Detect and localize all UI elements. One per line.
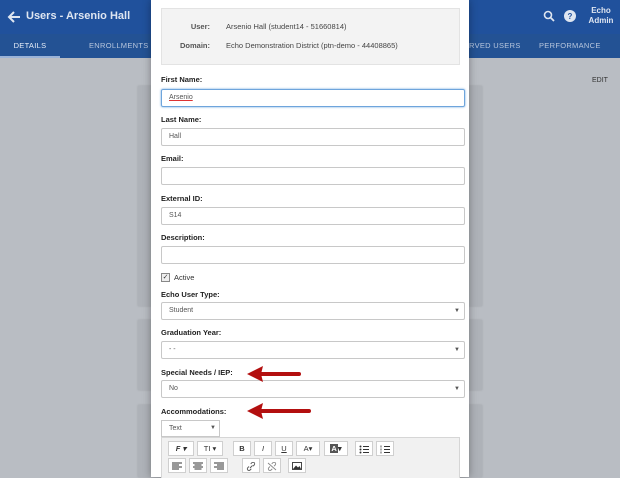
user-type-label: Echo User Type: [161,290,220,299]
accommodations-format-select[interactable]: Text ▼ [161,420,220,437]
user-menu-line1: Echo [591,6,611,15]
font-size-glyph: TI [203,444,211,453]
font-family-button[interactable]: F ▾ [168,441,194,456]
red-arrow-icon [247,403,311,419]
red-arrow-icon [247,366,301,382]
link-icon [246,461,256,471]
bulleted-list-icon [359,445,369,454]
bold-button[interactable]: B [233,441,251,456]
align-center-icon [193,462,203,470]
last-name-input[interactable]: Hall [161,128,465,146]
first-name-label: First Name: [161,75,203,84]
remove-link-button[interactable] [263,458,281,473]
numbered-list-icon [380,445,390,454]
svg-text:?: ? [568,12,573,21]
edit-button[interactable]: EDIT [592,77,608,84]
underline-button[interactable]: U [275,441,293,456]
special-needs-select[interactable]: No ▼ [161,380,465,398]
dropdown-caret-icon: ▼ [210,425,216,431]
bulleted-list-button[interactable] [355,441,373,456]
first-name-input[interactable]: Arsenio [161,89,465,107]
summary-user-value: Arsenio Hall (student14 - 51660814) [226,22,347,31]
last-name-label: Last Name: [161,115,202,124]
font-size-button[interactable]: TI ▾ [197,441,223,456]
graduation-year-value: - - [169,346,176,353]
insert-image-button[interactable] [288,458,306,473]
graduation-year-select[interactable]: - - ▼ [161,341,465,359]
font-color-glyph: A [303,444,309,453]
highlight-glyph: A [330,444,338,453]
active-label: Active [174,273,195,282]
help-icon[interactable]: ? [564,10,576,22]
active-checkbox[interactable]: ✓ [161,273,170,282]
tab-details[interactable]: DETAILS [0,34,60,58]
email-input[interactable] [161,167,465,185]
summary-domain-value: Echo Demonstration District (ptn-demo - … [226,41,398,50]
user-summary-panel: User: Arsenio Hall (student14 - 51660814… [161,8,460,65]
page-title: Users - Arsenio Hall [26,10,131,22]
rich-text-editor-toolbar: F ▾ TI ▾ B I U A▾ A▾ [161,437,460,478]
special-needs-label: Special Needs / IEP: [161,368,233,377]
dropdown-caret-icon: ▼ [454,347,460,353]
tab-performance[interactable]: PERFORMANCE [539,34,601,58]
align-left-icon [172,462,182,470]
align-center-button[interactable] [189,458,207,473]
user-type-value: Student [169,307,194,314]
image-icon [292,462,302,470]
align-right-button[interactable] [210,458,228,473]
graduation-year-label: Graduation Year: [161,328,222,337]
align-left-button[interactable] [168,458,186,473]
special-needs-value: No [169,385,178,392]
numbered-list-button[interactable] [376,441,394,456]
insert-link-button[interactable] [242,458,260,473]
summary-domain-key: Domain: [180,41,210,50]
user-type-select[interactable]: Student ▼ [161,302,465,320]
summary-user-key: User: [190,22,210,31]
font-color-button[interactable]: A▾ [296,441,320,456]
back-arrow-icon[interactable] [6,9,22,25]
italic-button[interactable]: I [254,441,272,456]
accommodations-label: Accommodations: [161,407,227,416]
accommodations-format-value: Text [169,425,182,432]
dropdown-caret-icon: ▼ [454,386,460,392]
description-input[interactable] [161,246,465,264]
dropdown-caret-icon: ▼ [454,308,460,314]
email-label: Email: [161,154,184,163]
tab-observed-users[interactable]: RVED USERS [469,34,521,58]
align-right-icon [214,462,224,470]
user-menu[interactable]: Echo Admin [585,6,617,26]
font-family-glyph: F [175,444,181,453]
description-label: Description: [161,233,205,242]
user-menu-line2: Admin [588,16,614,25]
search-icon[interactable] [543,10,555,22]
highlight-color-button[interactable]: A▾ [324,441,348,456]
first-name-value: Arsenio [169,94,193,101]
external-id-label: External ID: [161,194,203,203]
unlink-icon [267,461,277,471]
tab-enrollments[interactable]: ENROLLMENTS [89,34,149,58]
external-id-input[interactable]: S14 [161,207,465,225]
